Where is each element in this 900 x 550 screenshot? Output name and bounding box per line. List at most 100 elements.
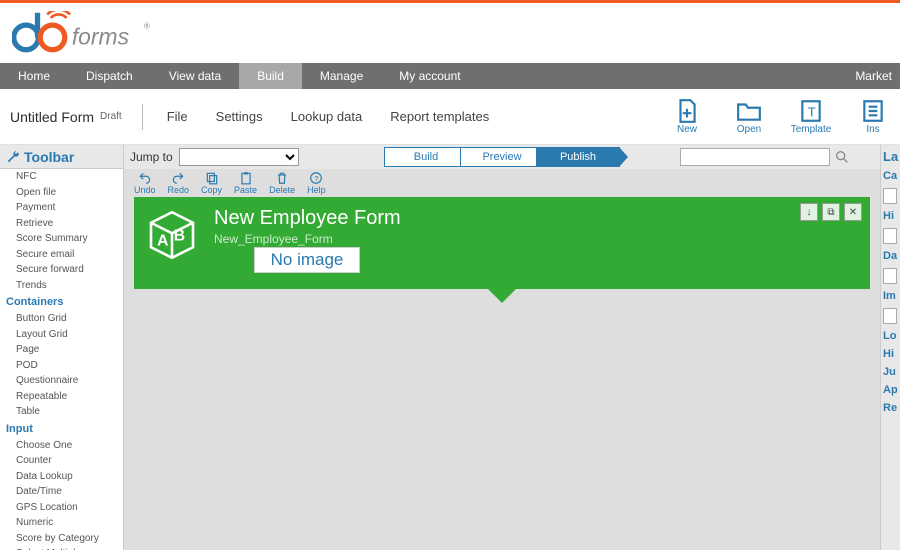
doc-status: Draft	[100, 111, 122, 122]
folder-icon	[736, 98, 762, 124]
jumpto-select[interactable]	[179, 148, 299, 166]
sidebar-item[interactable]: Repeatable	[0, 389, 123, 405]
tool-help[interactable]: ?Help	[307, 171, 326, 195]
svg-text:forms: forms	[72, 23, 129, 49]
sidebar-item[interactable]: Payment	[0, 200, 123, 216]
form-hdr-copy-icon[interactable]: ⧉	[822, 203, 840, 221]
step-preview[interactable]: Preview	[460, 147, 544, 167]
sidebar-category: Input	[0, 420, 123, 438]
copy-icon	[205, 171, 219, 185]
sidebar-item[interactable]: Page	[0, 342, 123, 358]
document-toolbar: Untitled Form Draft File Settings Lookup…	[0, 89, 900, 145]
step-publish[interactable]: Publish	[536, 147, 620, 167]
form-canvas[interactable]: AB New Employee Form New_Employee_Form N…	[124, 197, 880, 550]
sidebar-item[interactable]: Retrieve	[0, 216, 123, 232]
sidebar-item[interactable]: Data Lookup	[0, 469, 123, 485]
file-plus-icon	[674, 98, 700, 124]
main-nav: Home Dispatch View data Build Manage My …	[0, 63, 900, 89]
action-new[interactable]: New	[664, 98, 710, 135]
properties-title: La	[883, 149, 898, 164]
nav-market[interactable]: Market	[847, 63, 900, 89]
jumpto-label: Jump to	[130, 150, 173, 164]
sidebar-item[interactable]: Table	[0, 404, 123, 420]
tool-undo[interactable]: Undo	[134, 171, 156, 195]
menu-settings[interactable]: Settings	[216, 109, 263, 124]
sidebar-item[interactable]: Trends	[0, 278, 123, 294]
sidebar-item[interactable]: POD	[0, 358, 123, 374]
property-label: Ap	[883, 384, 898, 396]
sidebar-item[interactable]: Counter	[0, 453, 123, 469]
sidebar-category: Containers	[0, 293, 123, 311]
sidebar-item[interactable]: Numeric	[0, 515, 123, 531]
property-label: Ju	[883, 366, 898, 378]
sidebar-item[interactable]: Score by Category	[0, 531, 123, 547]
insert-icon	[860, 98, 886, 124]
redo-icon	[171, 171, 185, 185]
form-internal-name: New_Employee_Form	[214, 232, 401, 246]
menu-lookupdata[interactable]: Lookup data	[291, 109, 363, 124]
tool-paste[interactable]: Paste	[234, 171, 257, 195]
action-template[interactable]: T Template	[788, 98, 834, 135]
form-type-icon: AB	[144, 207, 200, 263]
search-input[interactable]	[680, 148, 830, 166]
step-build[interactable]: Build	[384, 147, 468, 167]
sidebar-item[interactable]: Layout Grid	[0, 327, 123, 343]
form-hdr-move-icon[interactable]: ↓	[800, 203, 818, 221]
property-label: Da	[883, 250, 898, 262]
toolbox-sidebar: Toolbar NFCOpen filePaymentRetrieveScore…	[0, 145, 124, 550]
svg-text:B: B	[174, 227, 185, 244]
sidebar-item[interactable]: Button Grid	[0, 311, 123, 327]
nav-tab-dispatch[interactable]: Dispatch	[68, 63, 151, 89]
menu-reporttemplates[interactable]: Report templates	[390, 109, 489, 124]
nav-tab-myaccount[interactable]: My account	[381, 63, 478, 89]
sidebar-item[interactable]: Open file	[0, 185, 123, 201]
doc-title: Untitled Form	[10, 109, 94, 125]
search-icon[interactable]	[834, 149, 850, 165]
sidebar-item[interactable]: Date/Time	[0, 484, 123, 500]
property-label: Im	[883, 290, 898, 302]
properties-panel: La CaHiDaImLoHiJuApRe	[880, 145, 900, 550]
sidebar-item[interactable]: Select Multiple	[0, 546, 123, 550]
help-icon: ?	[309, 171, 323, 185]
sidebar-item[interactable]: Secure forward	[0, 262, 123, 278]
svg-text:T: T	[808, 104, 816, 119]
tool-redo[interactable]: Redo	[168, 171, 190, 195]
property-input[interactable]	[883, 228, 897, 244]
form-image-placeholder[interactable]: No image	[254, 247, 360, 273]
menu-file[interactable]: File	[167, 109, 188, 124]
property-input[interactable]	[883, 268, 897, 284]
form-header-block[interactable]: AB New Employee Form New_Employee_Form N…	[134, 197, 870, 289]
sidebar-item[interactable]: GPS Location	[0, 500, 123, 516]
property-label: Hi	[883, 348, 898, 360]
action-insert[interactable]: Ins	[850, 98, 896, 135]
wrench-icon	[6, 150, 20, 164]
form-title[interactable]: New Employee Form	[214, 207, 401, 230]
tool-copy[interactable]: Copy	[201, 171, 222, 195]
form-insert-caret-icon	[488, 289, 516, 303]
nav-tab-viewdata[interactable]: View data	[151, 63, 239, 89]
toolbox-list[interactable]: NFCOpen filePaymentRetrieveScore Summary…	[0, 169, 123, 550]
sidebar-item[interactable]: Score Summary	[0, 231, 123, 247]
nav-tab-home[interactable]: Home	[0, 63, 68, 89]
workflow-steps: Build Preview Publish	[384, 147, 612, 167]
svg-text:?: ?	[315, 174, 319, 183]
svg-text:A: A	[157, 233, 168, 250]
action-open[interactable]: Open	[726, 98, 772, 135]
brand-logo: forms ®	[0, 3, 900, 63]
nav-tab-manage[interactable]: Manage	[302, 63, 381, 89]
undo-icon	[138, 171, 152, 185]
trash-icon	[275, 171, 289, 185]
sidebar-item[interactable]: Secure email	[0, 247, 123, 263]
property-input[interactable]	[883, 308, 897, 324]
sidebar-item[interactable]: NFC	[0, 169, 123, 185]
sidebar-item[interactable]: Questionnaire	[0, 373, 123, 389]
property-label: Lo	[883, 330, 898, 342]
sidebar-item[interactable]: Choose One	[0, 438, 123, 454]
tool-delete[interactable]: Delete	[269, 171, 295, 195]
doforms-logo-icon: forms ®	[12, 11, 188, 55]
paste-icon	[239, 171, 253, 185]
nav-tab-build[interactable]: Build	[239, 63, 302, 89]
property-input[interactable]	[883, 188, 897, 204]
property-label: Ca	[883, 170, 898, 182]
form-hdr-delete-icon[interactable]: ✕	[844, 203, 862, 221]
